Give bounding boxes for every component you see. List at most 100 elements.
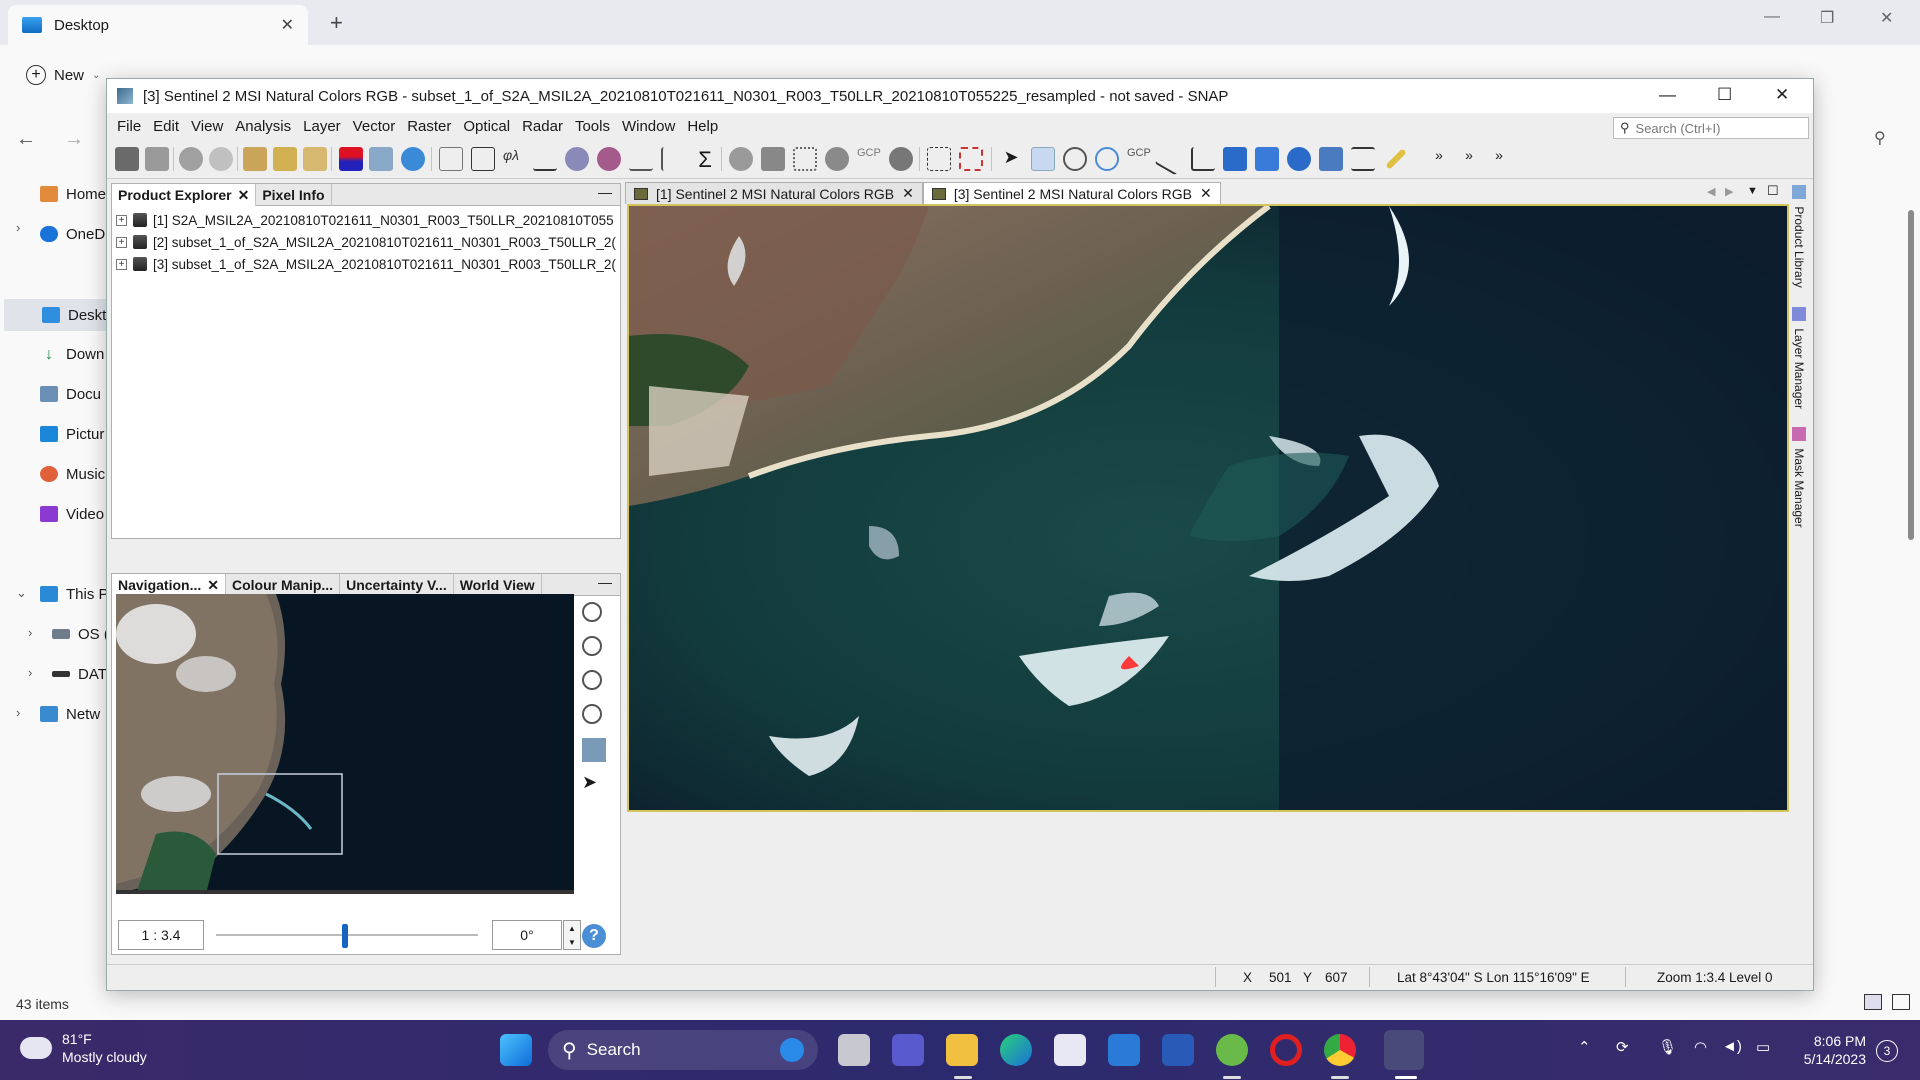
close-icon[interactable]: ✕ [902,185,914,202]
mail-icon[interactable] [1108,1034,1140,1066]
menu-raster[interactable]: Raster [401,118,457,135]
sidebar-item-home[interactable]: Home [40,179,110,209]
menu-file[interactable]: File [111,118,147,135]
sidebar-item-desktop[interactable]: Deskt [4,299,110,331]
volume-icon[interactable]: ◄) [1722,1038,1742,1055]
word-icon[interactable] [1162,1034,1194,1066]
details-view-icon[interactable] [1864,994,1882,1010]
weather-widget[interactable]: 81°F Mostly cloudy [20,1030,147,1066]
mask-manager-panel[interactable]: Mask Manager [1792,427,1806,528]
sum-icon[interactable]: Σ [693,147,717,172]
gcp-manager-icon[interactable]: GCP [857,147,881,171]
close-icon[interactable]: ✕ [281,15,294,35]
magic-wand-icon[interactable] [1319,147,1343,171]
menu-vector[interactable]: Vector [347,118,402,135]
rectangle-drawing-icon[interactable] [1223,147,1247,171]
sync-icon[interactable]: ⟳ [1616,1038,1629,1056]
minimize-icon[interactable]: — [598,184,612,200]
menu-window[interactable]: Window [616,118,681,135]
line-drawing-icon[interactable] [1154,142,1188,176]
undo-icon[interactable] [179,147,203,171]
tab-pixel-info[interactable]: Pixel Info [256,184,332,206]
zoom-in-icon[interactable] [582,602,602,622]
zoom-tool-icon[interactable] [1063,147,1087,171]
chevron-down-icon[interactable]: ▼ [568,938,576,947]
batch-processing-icon[interactable] [959,147,983,171]
battery-icon[interactable]: ▭ [1756,1038,1770,1056]
new-tab-icon[interactable]: + [330,10,343,36]
sidebar-item-os-drive[interactable]: OS ( [52,619,110,649]
information-icon[interactable] [565,147,589,171]
ellipse-drawing-icon[interactable] [1287,147,1311,171]
tiles-view-icon[interactable] [1892,994,1910,1010]
world-view-icon[interactable] [401,147,425,171]
sidebar-item-this-pc[interactable]: This P [40,579,110,609]
sync-cursor-icon[interactable]: ➤ [582,772,606,796]
more-tools-icon[interactable]: » [1427,147,1451,171]
band-arithmetic-icon[interactable] [273,147,297,171]
polyline-drawing-icon[interactable] [1191,147,1215,171]
overlay-icon[interactable] [729,147,753,171]
more-tools-icon[interactable]: » [1487,147,1511,171]
expand-icon[interactable]: + [116,214,127,226]
image-view-icon[interactable] [369,147,393,171]
close-icon[interactable]: ✕ [1200,185,1212,202]
explorer-tab-desktop[interactable]: Desktop ✕ [8,5,308,45]
zoom-all-icon[interactable] [582,704,602,724]
microphone-icon[interactable]: 🎙 [1658,1038,1677,1056]
sync-views-icon[interactable] [582,738,606,762]
tab-image-view-1[interactable]: [1] Sentinel 2 MSI Natural Colors RGB ✕ [625,182,923,204]
minimize-icon[interactable]: — [1764,8,1780,26]
snap-taskbar-icon[interactable] [1384,1030,1424,1070]
sidebar-item-videos[interactable]: Video [40,499,110,529]
maximize-icon[interactable]: ☐ [1767,183,1779,199]
microsoft-store-icon[interactable] [1054,1034,1086,1066]
statistics-icon[interactable] [597,147,621,171]
tab-uncertainty-visualisation[interactable]: Uncertainty V... [340,574,454,596]
redo-icon[interactable] [209,147,233,171]
navigation-overview-image[interactable] [116,594,574,894]
qgis-icon[interactable] [1216,1034,1248,1066]
sidebar-item-downloads[interactable]: ↓ Down [40,339,110,369]
zoom-out-icon[interactable] [582,636,602,656]
expand-icon[interactable]: + [116,236,127,248]
range-finder-icon[interactable] [1351,147,1375,171]
graticule-icon[interactable] [793,147,817,171]
band-extract-icon[interactable] [303,147,327,171]
restore-icon[interactable]: ❐ [1820,8,1834,28]
graph-builder-icon[interactable] [927,147,951,171]
sidebar-item-data-drive[interactable]: DAT [52,659,110,689]
tab-list-icon[interactable]: ▼ [1747,185,1758,197]
search-icon[interactable]: ⚲ [1874,128,1886,148]
spectrum-icon[interactable]: φλ [503,147,527,171]
wifi-icon[interactable]: ◠ [1694,1038,1707,1056]
opera-icon[interactable] [1270,1034,1302,1066]
sidebar-item-onedrive[interactable]: OneD [40,219,110,249]
maximize-icon[interactable]: ☐ [1717,85,1732,105]
sidebar-item-music[interactable]: Music [40,459,110,489]
product-item-1[interactable]: + [1] S2A_MSIL2A_20210810T021611_N0301_R… [116,210,616,230]
product-item-2[interactable]: + [2] subset_1_of_S2A_MSIL2A_20210810T02… [116,232,616,252]
chevron-right-icon[interactable]: › [28,665,32,680]
search-input[interactable]: ⚲ Search (Ctrl+I) [1613,117,1809,139]
scatter-plot-icon[interactable] [471,147,495,171]
minimize-icon[interactable]: — [598,574,612,590]
system-clock[interactable]: 8:06 PM 5/14/2023 [1790,1032,1866,1068]
close-icon[interactable]: ✕ [238,187,250,204]
zoom-factor-field[interactable]: 1 : 3.4 [118,920,204,950]
minimize-icon[interactable]: — [1659,85,1676,105]
menu-layer[interactable]: Layer [297,118,347,135]
zoom-slider-thumb[interactable] [342,924,348,948]
close-icon[interactable]: ✕ [207,577,219,594]
menu-radar[interactable]: Radar [516,118,569,135]
sidebar-item-documents[interactable]: Docu [40,379,110,409]
menu-optical[interactable]: Optical [457,118,516,135]
gcp-placing-icon[interactable]: GCP [1127,147,1151,171]
menu-tools[interactable]: Tools [569,118,616,135]
tab-colour-manipulation[interactable]: Colour Manip... [226,574,341,596]
ruler-icon[interactable] [1385,148,1407,170]
open-product-icon[interactable] [115,147,139,171]
edge-icon[interactable] [1000,1034,1032,1066]
close-icon[interactable]: ✕ [1880,8,1893,28]
back-icon[interactable]: ← [16,128,36,151]
